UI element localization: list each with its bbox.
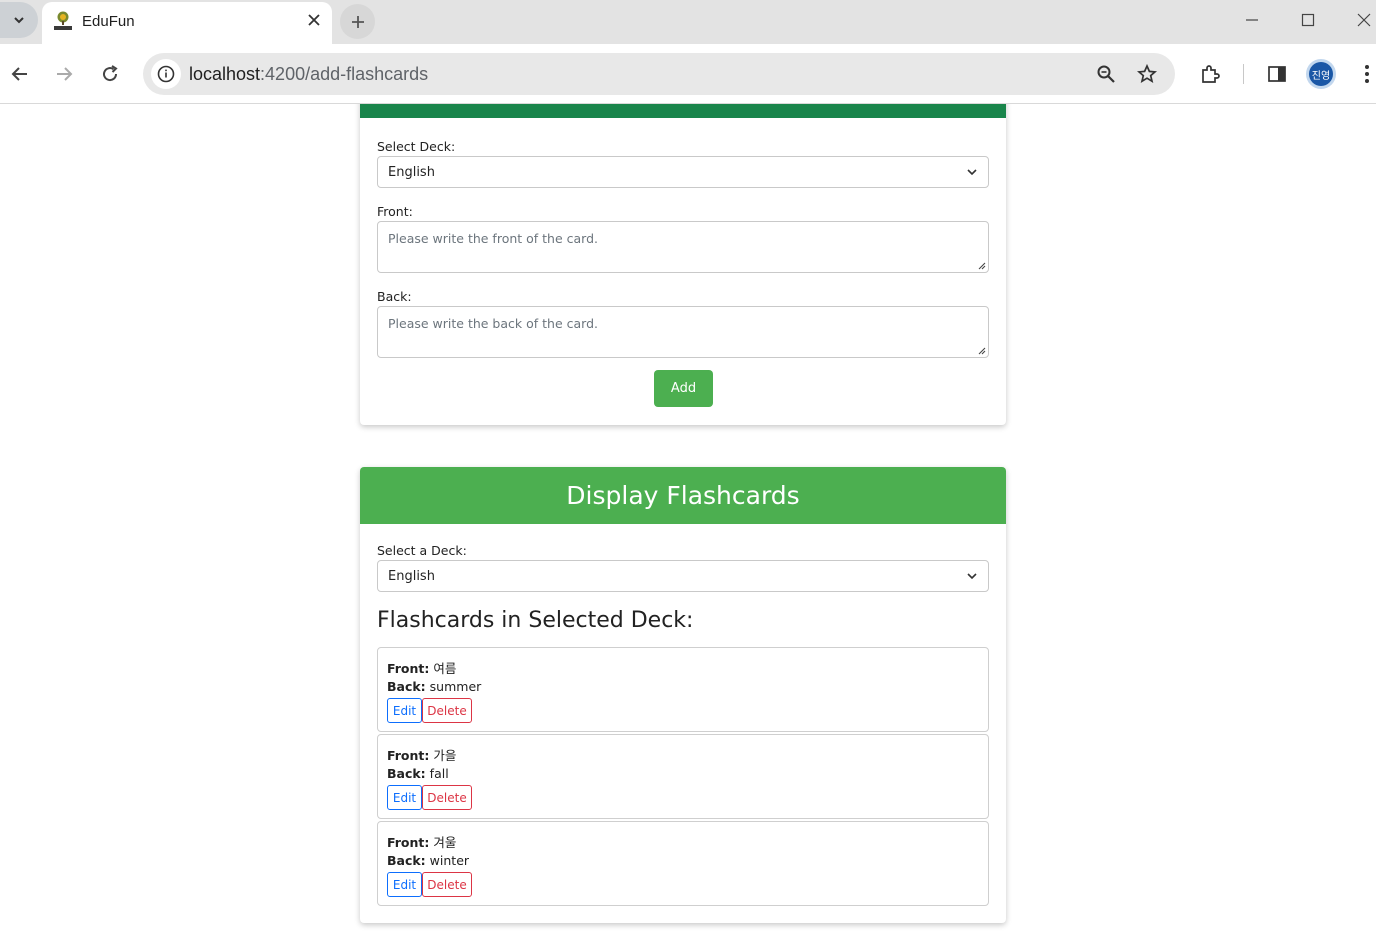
resize-handle-icon[interactable] <box>976 345 986 355</box>
back-textarea[interactable]: Please write the back of the card. <box>377 306 989 358</box>
add-deck-select[interactable]: English <box>377 156 989 188</box>
display-card-title: Display Flashcards <box>566 481 800 510</box>
zoom-icon[interactable] <box>1091 59 1121 89</box>
display-deck-select[interactable]: English <box>377 560 989 592</box>
front-value: 가을 <box>433 748 457 763</box>
front-textarea[interactable]: Please write the front of the card. <box>377 221 989 273</box>
side-panel-icon[interactable] <box>1262 59 1292 89</box>
reload-icon[interactable] <box>95 59 125 89</box>
back-key: Back: <box>387 766 426 781</box>
back-value: summer <box>429 679 482 694</box>
flashcard-item: Front: 겨울 Back: winter Edit Delete <box>377 821 989 906</box>
add-flashcard-card: Select Deck: English Front: Please write… <box>360 104 1006 425</box>
back-label: Back: <box>377 289 412 304</box>
minimize-window-icon[interactable] <box>1240 8 1264 32</box>
flashcard-back: Back: summer <box>387 679 481 694</box>
front-value: 여름 <box>433 661 457 676</box>
flashcard-front: Front: 겨울 <box>387 832 456 851</box>
edit-button[interactable]: Edit <box>387 785 422 810</box>
profile-initials: 진영 <box>1309 62 1333 86</box>
new-tab-button[interactable] <box>340 4 375 39</box>
close-window-icon[interactable] <box>1352 8 1376 32</box>
select-deck-label: Select Deck: <box>377 139 456 154</box>
flashcard-item: Front: 가을 Back: fall Edit Delete <box>377 734 989 819</box>
tab-title: EduFun <box>82 13 135 30</box>
extensions-icon[interactable] <box>1195 59 1225 89</box>
flashcard-back: Back: fall <box>387 766 449 781</box>
add-deck-select-value: English <box>388 165 435 180</box>
toolbar-divider <box>1243 64 1244 84</box>
edufun-favicon-icon <box>52 10 74 32</box>
add-button[interactable]: Add <box>654 370 713 407</box>
back-key: Back: <box>387 679 426 694</box>
front-key: Front: <box>387 661 430 676</box>
delete-button[interactable]: Delete <box>422 872 472 897</box>
url-text: localhost:4200/add-flashcards <box>189 64 428 85</box>
back-placeholder: Please write the back of the card. <box>388 316 598 331</box>
flashcard-item: Front: 여름 Back: summer Edit Delete <box>377 647 989 732</box>
maximize-window-icon[interactable] <box>1296 8 1320 32</box>
url-path: :4200/add-flashcards <box>260 64 429 84</box>
front-placeholder: Please write the front of the card. <box>388 231 599 246</box>
chevron-down-icon <box>967 573 977 580</box>
delete-button[interactable]: Delete <box>422 785 472 810</box>
front-value: 겨울 <box>433 835 457 850</box>
edit-button[interactable]: Edit <box>387 872 422 897</box>
browser-toolbar: localhost:4200/add-flashcards 진영 <box>0 44 1376 104</box>
url-host: localhost <box>189 64 261 84</box>
flashcards-list-heading: Flashcards in Selected Deck: <box>377 608 694 633</box>
delete-button[interactable]: Delete <box>422 698 472 723</box>
address-bar[interactable]: localhost:4200/add-flashcards <box>143 53 1175 95</box>
front-key: Front: <box>387 748 430 763</box>
front-key: Front: <box>387 835 430 850</box>
bookmark-star-icon[interactable] <box>1132 59 1162 89</box>
edit-button[interactable]: Edit <box>387 698 422 723</box>
forward-arrow-icon[interactable] <box>49 59 79 89</box>
back-arrow-icon[interactable] <box>5 59 35 89</box>
more-menu-icon[interactable] <box>1352 59 1376 89</box>
add-card-header-bar <box>360 104 1006 118</box>
back-value: fall <box>429 766 449 781</box>
front-label: Front: <box>377 204 413 219</box>
resize-handle-icon[interactable] <box>976 260 986 270</box>
back-key: Back: <box>387 853 426 868</box>
browser-tab-strip: EduFun <box>0 0 1376 44</box>
flashcard-back: Back: winter <box>387 853 469 868</box>
flashcard-front: Front: 여름 <box>387 658 456 677</box>
plus-icon <box>351 15 364 28</box>
tab-close-icon[interactable] <box>304 10 324 30</box>
flashcard-list: Front: 여름 Back: summer Edit Delete Front… <box>377 647 989 908</box>
flashcard-front: Front: 가을 <box>387 745 456 764</box>
display-flashcards-card: Display Flashcards Select a Deck: Englis… <box>360 467 1006 923</box>
chevron-down-icon <box>967 169 977 176</box>
back-value: winter <box>429 853 470 868</box>
site-info-icon[interactable] <box>151 59 181 89</box>
select-a-deck-label: Select a Deck: <box>377 543 467 558</box>
profile-avatar[interactable]: 진영 <box>1306 59 1336 89</box>
display-deck-select-value: English <box>388 569 435 584</box>
chevron-down-icon <box>14 17 24 24</box>
tab-search-button[interactable] <box>0 2 38 38</box>
page-viewport: Select Deck: English Front: Please write… <box>0 104 1376 950</box>
display-card-header: Display Flashcards <box>360 467 1006 524</box>
browser-tab[interactable]: EduFun <box>42 2 332 44</box>
